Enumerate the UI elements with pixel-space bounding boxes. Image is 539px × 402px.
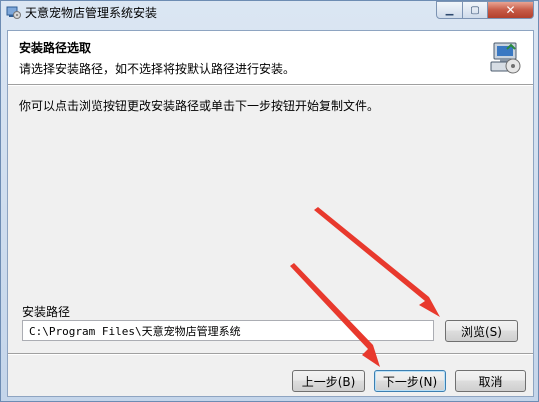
install-path-input[interactable]: C:\Program Files\天意宠物店管理系统 — [22, 320, 434, 341]
banner-divider — [8, 84, 533, 86]
installer-icon — [6, 6, 21, 19]
page-title: 安装路径选取 — [19, 41, 92, 55]
cancel-button[interactable]: 取消 — [455, 370, 526, 392]
dialog-client-area: 安装路径选取 请选择安装路径，如不选择将按默认路径进行安装。 你可以点击浏览按钮… — [7, 30, 534, 397]
page-subtitle: 请选择安装路径，如不选择将按默认路径进行安装。 — [19, 62, 296, 76]
header-banner: 安装路径选取 请选择安装路径，如不选择将按默认路径进行安装。 — [8, 31, 533, 84]
back-button[interactable]: 上一步(B) — [292, 370, 365, 392]
maximize-icon: ▢ — [470, 4, 480, 16]
minimize-button[interactable]: ▁ — [436, 1, 463, 19]
minimize-icon: ▁ — [445, 4, 454, 16]
close-icon: ✕ — [505, 3, 516, 17]
instruction-text: 你可以点击浏览按钮更改安装路径或单击下一步按钮开始复制文件。 — [19, 99, 380, 113]
footer-divider — [8, 353, 533, 355]
setup-computer-icon — [490, 42, 521, 74]
browse-button[interactable]: 浏览(S) — [445, 320, 518, 342]
close-button[interactable]: ✕ — [488, 1, 534, 19]
title-bar[interactable]: 天意宠物店管理系统安装 ▁ ▢ ✕ — [1, 1, 539, 23]
window-controls: ▁ ▢ ✕ — [436, 1, 534, 19]
maximize-button[interactable]: ▢ — [463, 1, 488, 19]
window-title: 天意宠物店管理系统安装 — [25, 6, 158, 20]
next-button[interactable]: 下一步(N) — [374, 370, 446, 392]
installer-window: 天意宠物店管理系统安装 ▁ ▢ ✕ 安装路径选取 请选择安装路径，如不选择将按默… — [0, 0, 539, 402]
install-path-label: 安装路径 — [22, 305, 71, 319]
